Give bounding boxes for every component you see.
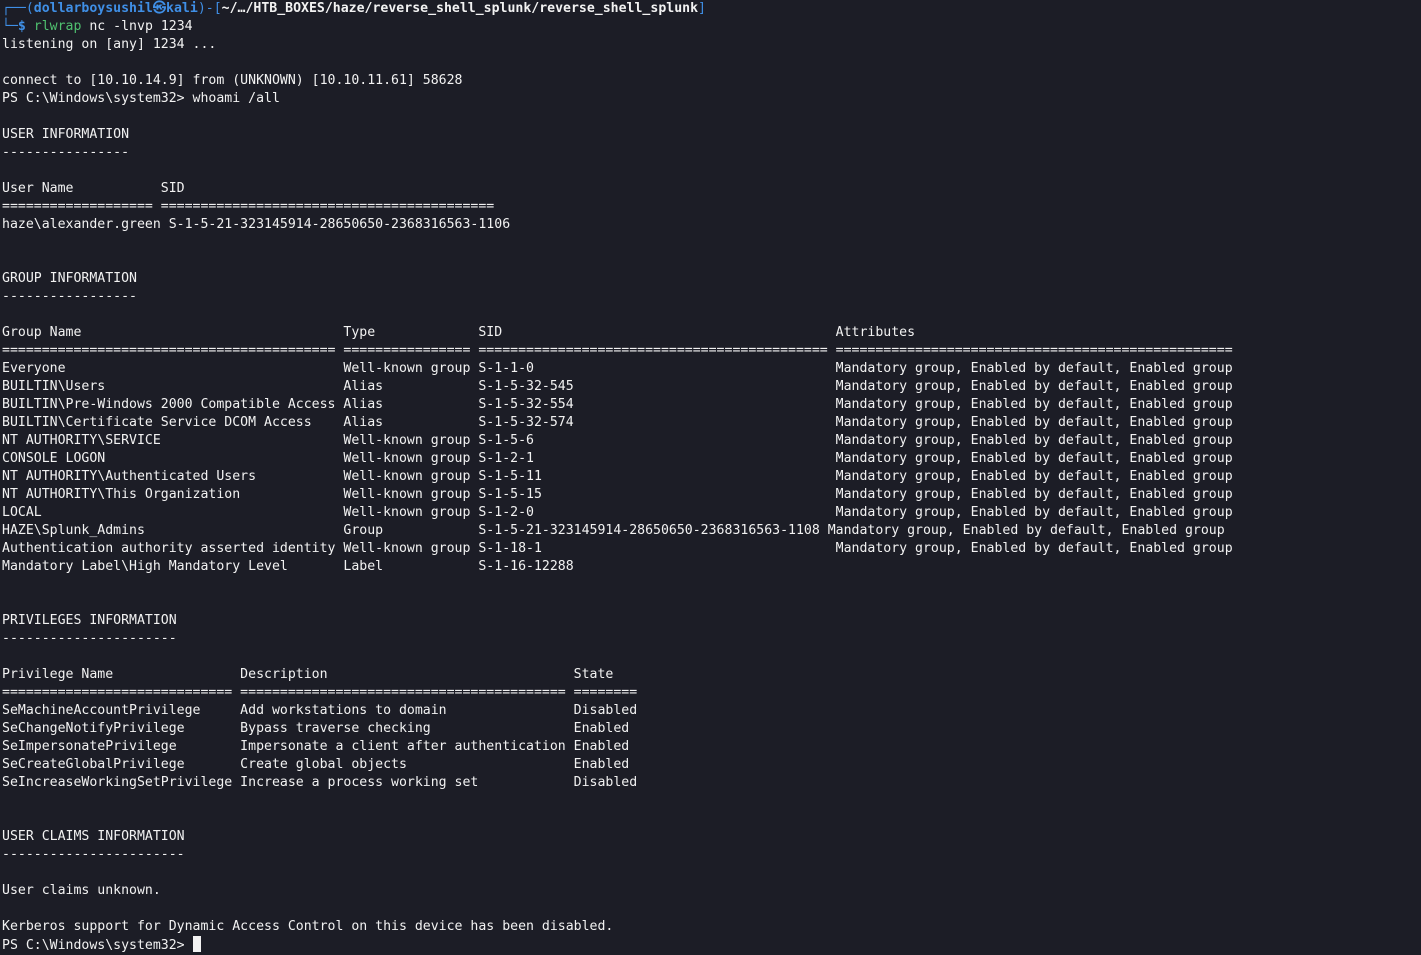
privileges-info-title: PRIVILEGES INFORMATION	[2, 613, 177, 628]
group-row: CONSOLE LOGON Well-known group S-1-2-1 M…	[2, 451, 1233, 466]
privilege-row: SeCreateGlobalPrivilege Create global ob…	[2, 757, 630, 772]
group-info-title: GROUP INFORMATION	[2, 271, 137, 286]
privilege-row: SeIncreaseWorkingSetPrivilege Increase a…	[2, 775, 638, 790]
terminal-window[interactable]: ┌──(dollarboysushil㉿kali)-[~/…/HTB_BOXES…	[0, 0, 1421, 955]
user-info-separator: =================== ====================…	[2, 199, 495, 214]
final-prompt-line[interactable]: PS C:\Windows\system32>	[2, 936, 1421, 954]
group-row: LOCAL Well-known group S-1-2-0 Mandatory…	[2, 505, 1233, 520]
prompt-mid: )-[	[197, 1, 222, 16]
final-prompt: PS C:\Windows\system32>	[2, 938, 193, 953]
group-row: BUILTIN\Certificate Service DCOM Access …	[2, 415, 1233, 430]
ps-command-line: PS C:\Windows\system32> whoami /all	[2, 91, 280, 106]
privileges-info-underline: ----------------------	[2, 631, 177, 646]
shell-command-line: └─$ rlwrap nc -lnvp 1234	[2, 18, 1421, 36]
user-info-title: USER INFORMATION	[2, 127, 130, 142]
listening-line: listening on [any] 1234 ...	[2, 37, 217, 52]
group-row: Mandatory Label\High Mandatory Level Lab…	[2, 559, 574, 574]
privileges-info-header: Privilege Name Description State	[2, 667, 614, 682]
prompt-cmd-prefix: └─	[2, 19, 18, 34]
claims-unknown-line: User claims unknown.	[2, 883, 161, 898]
user-info-row: haze\alexander.green S-1-5-21-323145914-…	[2, 217, 511, 232]
prompt-user: dollarboysushil㉿kali	[33, 1, 198, 16]
group-row: Authentication authority asserted identi…	[2, 541, 1233, 556]
user-info-underline: ----------------	[2, 145, 130, 160]
claims-info-title: USER CLAIMS INFORMATION	[2, 829, 185, 844]
group-info-underline: -----------------	[2, 289, 137, 304]
command-args: nc -lnvp 1234	[81, 19, 193, 34]
group-row: Everyone Well-known group S-1-1-0 Mandat…	[2, 361, 1233, 376]
privilege-row: SeImpersonatePrivilege Impersonate a cli…	[2, 739, 630, 754]
group-row: NT AUTHORITY\This Organization Well-know…	[2, 487, 1233, 502]
group-row: NT AUTHORITY\SERVICE Well-known group S-…	[2, 433, 1233, 448]
terminal-output: ┌──(dollarboysushil㉿kali)-[~/…/HTB_BOXES…	[2, 0, 1421, 954]
group-row: HAZE\Splunk_Admins Group S-1-5-21-323145…	[2, 523, 1225, 538]
group-info-separator: ========================================…	[2, 343, 1233, 358]
privilege-row: SeChangeNotifyPrivilege Bypass traverse …	[2, 721, 630, 736]
terminal-cursor	[192, 936, 201, 952]
prompt-path: ~/…/HTB_BOXES/haze/reverse_shell_splunk/…	[221, 1, 699, 16]
group-row: BUILTIN\Users Alias S-1-5-32-545 Mandato…	[2, 379, 1233, 394]
user-info-header: User Name SID	[2, 181, 185, 196]
prompt-prefix: ┌──(	[2, 1, 34, 16]
group-info-header: Group Name Type SID Attributes	[2, 325, 916, 340]
claims-info-underline: -----------------------	[2, 847, 185, 862]
prompt-suffix: ]	[698, 1, 706, 16]
connect-line: connect to [10.10.14.9] from (UNKNOWN) […	[2, 73, 463, 88]
command-executable: rlwrap	[33, 19, 82, 34]
kerberos-line: Kerberos support for Dynamic Access Cont…	[2, 919, 614, 934]
prompt-dollar: $	[17, 19, 34, 34]
privileges-info-separator: ============================= ==========…	[2, 685, 638, 700]
privilege-row: SeMachineAccountPrivilege Add workstatio…	[2, 703, 638, 718]
group-row: BUILTIN\Pre-Windows 2000 Compatible Acce…	[2, 397, 1233, 412]
shell-prompt-header: ┌──(dollarboysushil㉿kali)-[~/…/HTB_BOXES…	[2, 0, 1421, 18]
group-row: NT AUTHORITY\Authenticated Users Well-kn…	[2, 469, 1233, 484]
